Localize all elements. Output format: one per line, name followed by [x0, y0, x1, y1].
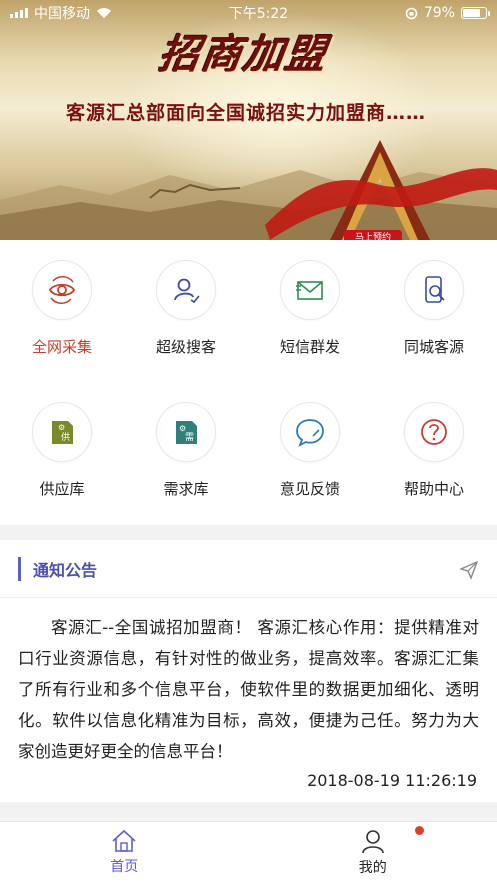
tab-bar: 首页 我的: [0, 821, 497, 883]
demand-badge: 需: [185, 432, 194, 443]
home-icon: [112, 829, 136, 852]
notice-content: 客源汇--全国诚招加盟商！ 客源汇核心作用：提供精准对口行业资源信息，有针对性的…: [18, 618, 479, 761]
grid-item-full-collect[interactable]: 全网采集: [0, 260, 124, 370]
status-left: 中国移动: [10, 3, 112, 23]
carrier-label: 中国移动: [34, 6, 90, 22]
grid-label: 帮助中心: [403, 480, 464, 498]
grid-label: 超级搜客: [155, 338, 216, 356]
banner-subtitle: 客源汇总部面向全国诚招实力加盟商……: [66, 102, 427, 124]
grid-item-local-clients[interactable]: 同城客源: [372, 260, 496, 370]
battery-icon: [460, 7, 490, 19]
notification-dot: [414, 826, 424, 835]
grid-label: 同城客源: [403, 338, 464, 356]
phone-search-icon: [404, 260, 464, 320]
notice-header: 通知公告: [0, 540, 497, 598]
banner-title: 招商加盟: [156, 31, 331, 78]
feature-grid: 全网采集 超级搜客 短信群发 同城客源 ⚙供 供应库 ⚙需 需求库 意见反馈: [0, 240, 497, 525]
promo-banner[interactable]: 招商加盟 客源汇总部面向全国诚招实力加盟商…… 马上预约: [0, 0, 497, 240]
tab-mine-label: 我的: [358, 860, 387, 876]
grid-label: 需求库: [163, 480, 209, 498]
battery-percent: 79%: [423, 5, 455, 21]
clock: 下午5:22: [228, 6, 289, 22]
svg-text:⚙: ⚙: [179, 424, 186, 433]
orientation-lock-icon: [405, 7, 418, 19]
supply-icon: ⚙ 供: [32, 402, 92, 462]
wifi-icon: [97, 8, 111, 18]
banner-landscape-art: [0, 140, 497, 240]
notice-accent-bar: [18, 556, 21, 581]
grid-label: 全网采集: [31, 338, 92, 356]
status-bar: 中国移动 下午5:22 79%: [0, 0, 497, 26]
tab-home[interactable]: 首页: [0, 822, 249, 883]
grid-item-sms-broadcast[interactable]: 短信群发: [248, 260, 372, 370]
user-search-icon: [156, 260, 216, 320]
question-icon: [404, 402, 464, 462]
demand-icon: ⚙ 需: [156, 402, 216, 462]
grid-item-demand-library[interactable]: ⚙ 需 需求库: [124, 402, 248, 512]
signal-icon: [10, 8, 28, 18]
supply-badge: 供: [61, 431, 70, 443]
user-icon: [361, 830, 384, 854]
grid-label: 供应库: [39, 480, 85, 498]
send-icon[interactable]: [459, 560, 479, 580]
notice-timestamp: 2018-08-19 11:26:19: [307, 771, 477, 790]
grid-item-help-center[interactable]: 帮助中心: [372, 402, 496, 512]
battery-fill: [462, 9, 480, 17]
status-right: 79%: [405, 5, 490, 21]
tab-mine[interactable]: 我的: [249, 822, 497, 883]
grid-item-supply-library[interactable]: ⚙ 供 供应库: [0, 402, 124, 512]
grid-item-super-search[interactable]: 超级搜客: [124, 260, 248, 370]
notice-title: 通知公告: [33, 560, 98, 580]
grid-item-feedback[interactable]: 意见反馈: [248, 402, 372, 512]
chat-feedback-icon: [280, 402, 340, 462]
book-now-button[interactable]: 马上预约: [344, 230, 402, 240]
envelope-icon: [280, 260, 340, 320]
eye-sync-icon: [32, 260, 92, 320]
grid-label: 短信群发: [279, 338, 340, 356]
svg-text:⚙: ⚙: [58, 423, 65, 432]
grid-label: 意见反馈: [279, 480, 340, 498]
notice-card: 通知公告 客源汇--全国诚招加盟商！ 客源汇核心作用：提供精准对口行业资源信息，…: [0, 540, 497, 802]
tab-home-label: 首页: [110, 859, 139, 875]
